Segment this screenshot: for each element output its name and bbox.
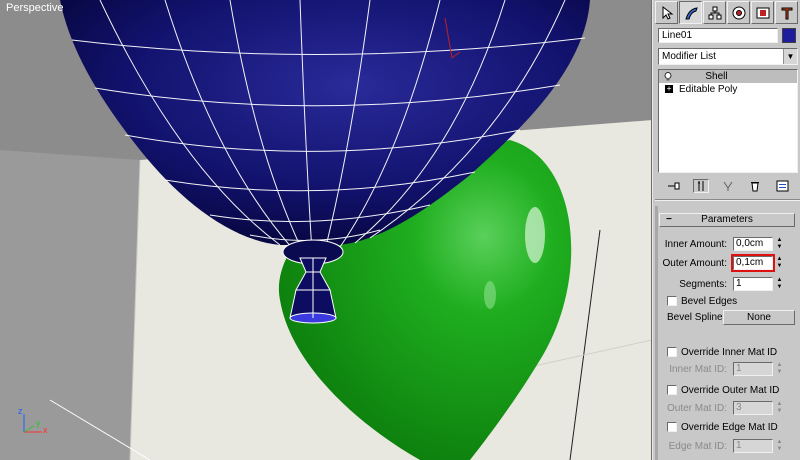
utilities-tab-icon: [781, 7, 792, 19]
inner-mat-id-field[interactable]: 1: [733, 362, 773, 376]
outer-mat-id-label: Outer Mat ID:: [666, 403, 727, 414]
edge-mat-id-spinner[interactable]: ▲ ▼: [775, 439, 784, 453]
tab-utilities[interactable]: [775, 1, 798, 24]
perspective-viewport[interactable]: Perspective z x y: [0, 0, 652, 460]
outer-mat-id-spinner[interactable]: ▲ ▼: [775, 401, 784, 415]
parameters-rollout-header[interactable]: − Parameters: [659, 213, 795, 227]
override-edge-row[interactable]: Override Edge Mat ID: [667, 420, 778, 434]
modifier-list-dropdown[interactable]: Modifier List ▼: [658, 48, 798, 65]
stack-item-editable-poly[interactable]: + Editable Poly: [659, 83, 797, 96]
inner-mat-id-row: Inner Mat ID: 1 ▲ ▼: [659, 362, 799, 378]
stack-toolbar: [658, 177, 798, 195]
configure-modifier-sets-button[interactable]: [774, 179, 790, 193]
segments-field[interactable]: 1: [733, 277, 773, 291]
remove-modifier-button[interactable]: [747, 179, 763, 193]
object-name-field[interactable]: Line01: [658, 28, 778, 43]
tab-display[interactable]: [751, 1, 774, 24]
inner-amount-field[interactable]: 0,0cm: [733, 237, 773, 251]
make-unique-icon: [723, 181, 733, 191]
segments-spinner[interactable]: ▲ ▼: [775, 277, 784, 291]
override-inner-row[interactable]: Override Inner Mat ID: [667, 345, 777, 359]
override-outer-row[interactable]: Override Outer Mat ID: [667, 383, 779, 397]
outer-amount-spinner[interactable]: ▲ ▼: [775, 256, 784, 270]
inner-amount-spinner[interactable]: ▲ ▼: [775, 237, 784, 251]
lightbulb-icon[interactable]: [664, 72, 672, 81]
inner-amount-label: Inner Amount:: [664, 239, 727, 250]
inner-mat-id-label: Inner Mat ID:: [669, 364, 727, 375]
hierarchy-tab-icon: [708, 6, 721, 19]
tab-motion[interactable]: [727, 1, 750, 24]
viewport-scene: [0, 0, 651, 460]
panel-divider: [655, 199, 800, 201]
bevel-edges-checkbox[interactable]: [667, 296, 677, 306]
inner-mat-id-spinner[interactable]: ▲ ▼: [775, 362, 784, 376]
axis-y-label: y: [36, 418, 41, 428]
bevel-spline-label: Bevel Spline:: [667, 312, 726, 323]
collapse-minus-icon: −: [666, 214, 672, 225]
axis-z-label: z: [18, 406, 23, 416]
outer-amount-field[interactable]: 0,1cm: [731, 254, 775, 272]
edge-mat-id-field[interactable]: 1: [733, 439, 773, 453]
motion-tab-icon: [732, 6, 745, 19]
trash-icon: [751, 182, 759, 192]
modifier-list-label: Modifier List: [662, 51, 716, 62]
create-tab-icon: [662, 5, 673, 20]
override-inner-checkbox[interactable]: [667, 347, 677, 357]
bevel-spline-row: Bevel Spline: None: [667, 310, 797, 326]
command-panel-tabs: [655, 1, 799, 25]
parameters-title: Parameters: [701, 214, 753, 225]
bevel-edges-label: Bevel Edges: [681, 295, 738, 307]
tab-modify[interactable]: [679, 1, 702, 24]
edge-mat-id-row: Edge Mat ID: 1 ▲ ▼: [659, 439, 799, 455]
pin-icon: [668, 182, 680, 190]
modifier-stack: Shell + Editable Poly: [658, 69, 798, 173]
max-window: Perspective z x y Line01 Modifier List ▼…: [0, 0, 800, 460]
override-edge-label: Override Edge Mat ID: [681, 421, 778, 433]
override-inner-label: Override Inner Mat ID: [681, 346, 778, 358]
outer-amount-label: Outer Amount:: [662, 258, 727, 269]
tab-hierarchy[interactable]: [703, 1, 726, 24]
segments-label: Segments:: [679, 279, 727, 290]
bevel-edges-row[interactable]: Bevel Edges: [667, 294, 737, 308]
outer-amount-row: Outer Amount: 0,1cm ▲ ▼: [659, 254, 799, 272]
dropdown-arrow-icon[interactable]: ▼: [783, 49, 797, 64]
stack-item-label: Shell: [705, 71, 728, 82]
stack-item-shell[interactable]: Shell: [659, 70, 797, 83]
edge-mat-id-label: Edge Mat ID:: [668, 441, 727, 452]
outer-mat-id-row: Outer Mat ID: 3 ▲ ▼: [659, 401, 799, 417]
panel-scroll-strip[interactable]: [655, 206, 658, 460]
object-color-swatch[interactable]: [782, 28, 796, 43]
modify-tab-icon: [684, 6, 698, 19]
make-unique-button[interactable]: [720, 179, 736, 193]
show-end-result-button[interactable]: [693, 179, 709, 193]
show-end-result-icon: [698, 181, 704, 191]
object-name-row: Line01: [658, 28, 798, 44]
command-panel: Line01 Modifier List ▼ Shell + Editable …: [652, 0, 800, 460]
configure-sets-icon: [776, 180, 788, 192]
inner-amount-row: Inner Amount: 0,0cm ▲ ▼: [659, 237, 799, 253]
outer-mat-id-field[interactable]: 3: [733, 401, 773, 415]
expand-plus-icon[interactable]: +: [665, 85, 673, 93]
pin-stack-button[interactable]: [666, 179, 682, 193]
axis-x-label: x: [43, 425, 48, 435]
tab-create[interactable]: [655, 1, 678, 24]
display-tab-icon: [756, 7, 769, 18]
override-edge-checkbox[interactable]: [667, 422, 677, 432]
segments-row: Segments: 1 ▲ ▼: [659, 277, 799, 293]
override-outer-checkbox[interactable]: [667, 385, 677, 395]
bevel-spline-button[interactable]: None: [723, 310, 795, 325]
viewport-label[interactable]: Perspective: [6, 2, 63, 14]
stack-item-label: Editable Poly: [679, 84, 738, 95]
override-outer-label: Override Outer Mat ID: [681, 384, 780, 396]
